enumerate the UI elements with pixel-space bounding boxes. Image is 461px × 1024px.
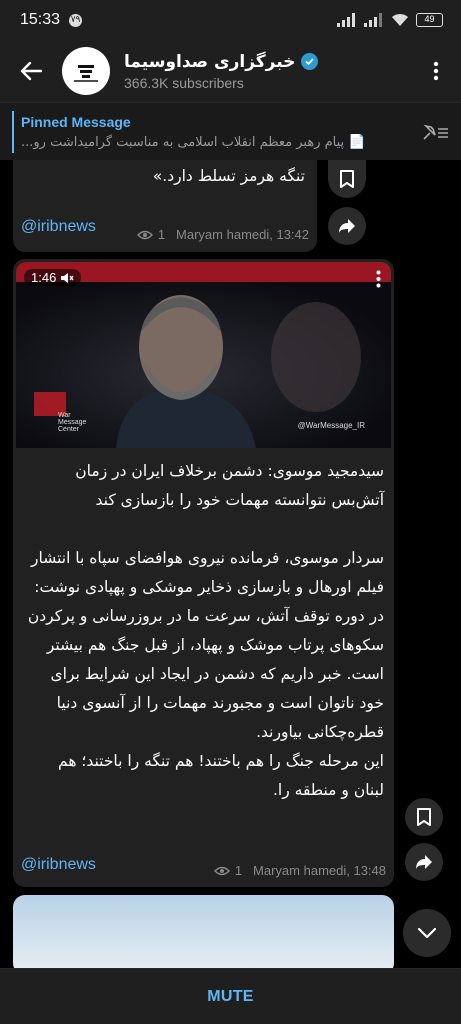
eye-icon	[213, 866, 230, 875]
signal-icon-2	[364, 13, 382, 27]
share-arrow-icon	[339, 219, 355, 233]
chevron-down-icon	[417, 927, 437, 939]
scroll-to-bottom-button[interactable]	[403, 909, 451, 957]
muted-speaker-icon	[61, 272, 74, 283]
video-options-button[interactable]	[376, 270, 381, 292]
notification-badge: ۷۹	[69, 13, 83, 27]
verified-icon	[301, 53, 319, 70]
video-duration: 1:46	[24, 269, 82, 286]
pin-list-icon	[423, 124, 448, 140]
pinned-text: 📄 پیام رهبر معظم انقلاب اسلامی به مناسبت…	[21, 134, 411, 150]
video-label: War Message Center	[58, 412, 87, 433]
view-count: 1	[234, 863, 243, 878]
battery-icon: 49	[416, 13, 443, 27]
mute-button[interactable]: MUTE	[207, 988, 254, 1006]
channel-link[interactable]: @iribnews	[21, 218, 96, 236]
subscriber-count: 366.3K subscribers	[124, 74, 244, 91]
more-options-button[interactable]	[411, 40, 461, 102]
pinned-title: Pinned Message	[21, 113, 131, 130]
share-arrow-icon	[416, 855, 432, 869]
message-meta: 1 Maryam hamedi, 13:42	[136, 227, 309, 242]
bookmark-icon	[340, 170, 354, 188]
save-message-button[interactable]	[328, 160, 366, 198]
view-count: 1	[157, 227, 166, 242]
share-message-button[interactable]	[405, 843, 443, 881]
eye-icon	[136, 230, 153, 239]
message-paragraph: این مرحله جنگ را هم باختند! هم تنگه را ب…	[58, 752, 384, 799]
message-bubble[interactable]: تنگه هرمز تسلط دارد.» @iribnews 1 Maryam…	[13, 160, 317, 252]
channel-title: خبرگزاری صداوسیما	[124, 51, 296, 72]
chat-header: خبرگزاری صداوسیما 366.3K subscribers	[0, 40, 461, 102]
share-message-button[interactable]	[328, 207, 366, 245]
channel-link[interactable]: @iribnews	[21, 856, 96, 874]
bookmark-icon	[417, 808, 431, 826]
arrow-left-icon	[20, 61, 42, 81]
channel-avatar[interactable]	[62, 47, 110, 95]
message-image-preview[interactable]	[13, 895, 394, 975]
signal-icon	[337, 13, 355, 27]
pinned-message-bar[interactable]: Pinned Message 📄 پیام رهبر معظم انقلاب ا…	[0, 102, 461, 160]
author-time: Maryam hamedi, 13:48	[253, 863, 386, 878]
video-player[interactable]: 1:46 War Message Center @WarMessage_IR	[16, 262, 391, 448]
bottom-bar: MUTE	[0, 968, 461, 1024]
message-paragraph: سیدمجید موسوی: دشمن برخلاف ایران در زمان…	[75, 462, 384, 509]
irib-logo-icon	[66, 51, 106, 91]
message-paragraph: در دوره توقف آتش، سرعت ما در بروزرسانی و…	[27, 607, 384, 741]
message-meta: 1 Maryam hamedi, 13:48	[213, 863, 386, 878]
pinned-indicator	[12, 110, 14, 153]
document-icon: 📄	[348, 133, 366, 150]
vertical-dots-icon	[433, 61, 439, 81]
status-icons: 49	[337, 13, 443, 27]
message-body: سیدمجید موسوی: دشمن برخلاف ایران در زمان…	[23, 457, 384, 805]
author-time: Maryam hamedi, 13:42	[176, 227, 309, 242]
video-watermark: @WarMessage_IR	[297, 421, 365, 430]
channel-info[interactable]: خبرگزاری صداوسیما 366.3K subscribers	[124, 52, 411, 91]
message-bubble[interactable]: 1:46 War Message Center @WarMessage_IR س…	[13, 259, 394, 887]
message-paragraph: سردار موسوی، فرمانده نیروی هوافضای سپاه …	[31, 549, 384, 596]
save-message-button[interactable]	[405, 798, 443, 836]
back-button[interactable]	[0, 40, 62, 102]
pinned-text-content: پیام رهبر معظم انقلاب اسلامی به مناسبت گ…	[21, 134, 345, 150]
message-text: تنگه هرمز تسلط دارد.»	[152, 167, 305, 185]
status-time: 15:33	[20, 11, 61, 28]
pinned-list-button[interactable]	[411, 123, 461, 141]
status-bar: 15:33 ۷۹ 49	[0, 0, 461, 40]
vertical-dots-icon	[376, 270, 381, 288]
wifi-icon	[392, 13, 408, 26]
